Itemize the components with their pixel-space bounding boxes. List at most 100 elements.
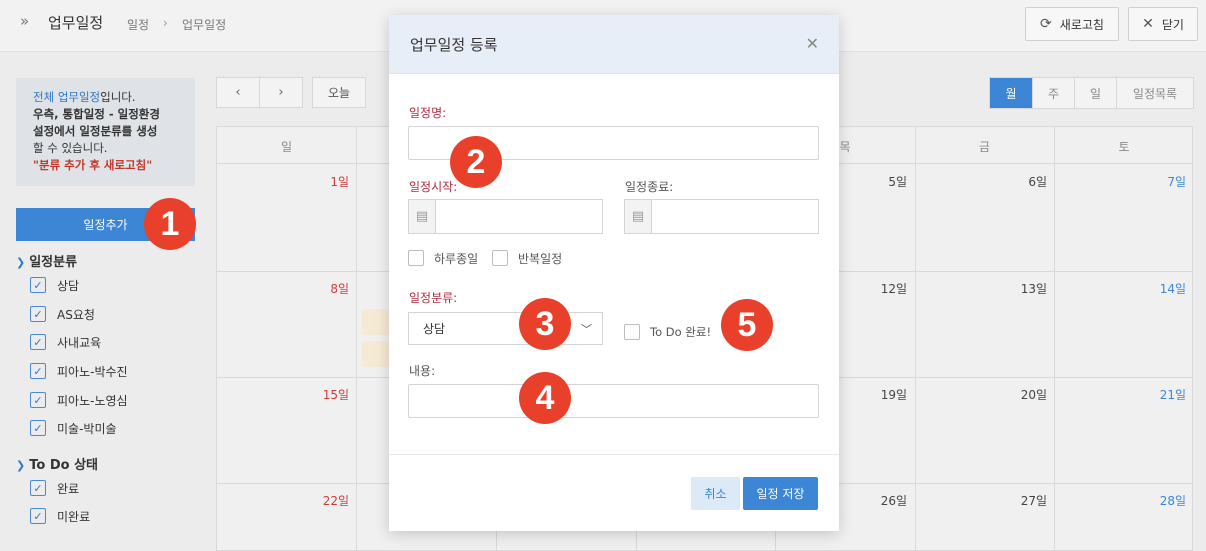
date-cell-number[interactable]: 8일 [309,280,349,297]
start-date-label: 일정시작: [409,180,458,194]
checkbox-checked-icon[interactable]: ✓ [30,420,46,436]
category-section-title[interactable]: ❯ 일정분류 [16,251,77,270]
date-cell-number[interactable]: 22일 [309,492,349,509]
todo-done-checkbox-row[interactable]: To Do 완료! [624,323,711,341]
breadcrumb-item-1[interactable]: 일정 [127,16,149,33]
modal-divider [389,454,839,455]
repeat-label: 반복일정 [518,251,563,266]
date-cell-number[interactable]: 27일 [1007,492,1047,509]
todo-label: 미완료 [57,509,91,524]
category-checkbox-row[interactable]: ✓ 상담 [30,276,79,294]
chevron-down-icon: ﹀ [581,322,592,336]
category-select-value: 상담 [423,322,446,336]
all-schedule-link[interactable]: 전체 업무일정 [33,90,100,104]
category-label: 피아노-노영심 [57,393,128,408]
close-icon: ✕ [1142,16,1154,32]
close-button[interactable]: ✕ 닫기 [1128,7,1198,41]
info-text: 우측, 통합일정 - 일정환경 [33,107,160,121]
double-chevron-icon[interactable]: » [20,12,29,30]
allday-label: 하루종일 [434,251,479,266]
todo-section-label: To Do 상태 [29,458,98,473]
end-date-field[interactable]: ▤ [624,199,819,234]
weekday-label: 토 [1118,140,1130,154]
end-date-label: 일정종료: [625,180,674,194]
todo-checkbox-row[interactable]: ✓ 미완료 [30,507,90,525]
refresh-button[interactable]: ⟳ 새로고침 [1025,7,1119,41]
schedule-name-label: 일정명: [409,106,447,120]
date-cell-number[interactable]: 12일 [867,280,907,297]
checkbox-checked-icon[interactable]: ✓ [30,508,46,524]
category-checkbox-row[interactable]: ✓ 피아노-박수진 [30,362,128,380]
view-week-button[interactable]: 주 [1033,78,1075,108]
category-checkbox-row[interactable]: ✓ 피아노-노영심 [30,391,128,409]
chevron-right-icon: ❯ [16,256,26,269]
date-cell-number[interactable]: 13일 [1007,280,1047,297]
start-date-input[interactable] [436,200,602,233]
date-cell-number[interactable]: 26일 [867,492,907,509]
calendar-icon[interactable]: ▤ [625,200,652,233]
category-checkbox-row[interactable]: ✓ 미술-박미술 [30,419,117,437]
annotation-badge-2: 2 [450,136,502,188]
close-icon[interactable]: ✕ [806,34,819,53]
repeat-checkbox[interactable] [492,250,508,266]
grid-line [356,127,357,550]
chevron-left-icon[interactable]: ‹ [217,78,260,107]
todo-section-title[interactable]: ❯ To Do 상태 [16,454,98,473]
today-button[interactable]: 오늘 [312,77,366,108]
checkbox-checked-icon[interactable]: ✓ [30,480,46,496]
view-switcher: 월 주 일 일정목록 [989,77,1194,109]
date-cell-number[interactable]: 14일 [1146,280,1186,297]
category-checkbox-row[interactable]: ✓ 사내교육 [30,333,101,351]
calendar-icon[interactable]: ▤ [409,200,436,233]
date-cell-number[interactable]: 15일 [309,386,349,403]
end-date-input[interactable] [652,200,818,233]
allday-checkbox-row[interactable]: 하루종일 [408,249,478,267]
date-cell-number[interactable]: 6일 [1007,173,1047,190]
breadcrumb-item-2[interactable]: 업무일정 [182,16,226,33]
event-chip[interactable] [362,341,390,367]
content-input[interactable] [408,384,819,418]
category-select[interactable]: 상담 ﹀ [408,312,603,345]
checkbox-checked-icon[interactable]: ✓ [30,306,46,322]
view-day-button[interactable]: 일 [1075,78,1117,108]
todo-checkbox-row[interactable]: ✓ 완료 [30,479,79,497]
date-cell-number[interactable]: 28일 [1146,492,1186,509]
category-label: 사내교육 [57,335,102,350]
date-cell-number[interactable]: 21일 [1146,386,1186,403]
repeat-checkbox-row[interactable]: 반복일정 [492,249,562,267]
category-label: 일정분류: [409,291,458,305]
content-label: 내용: [409,364,436,378]
todo-done-checkbox[interactable] [624,324,640,340]
view-month-button[interactable]: 월 [990,78,1033,108]
info-warning: "분류 추가 후 새로고침" [33,158,153,172]
modal-header: 업무일정 등록 ✕ [389,15,839,74]
info-box: 전체 업무일정입니다. 우측, 통합일정 - 일정환경 설정에서 일정분류를 생… [16,78,195,186]
date-cell-number[interactable]: 1일 [309,173,349,190]
chevron-right-icon: ❯ [16,459,26,472]
event-chip[interactable] [362,309,390,335]
date-cell-number[interactable]: 19일 [867,386,907,403]
checkbox-checked-icon[interactable]: ✓ [30,392,46,408]
category-label: 미술-박미술 [57,421,117,436]
checkbox-checked-icon[interactable]: ✓ [30,277,46,293]
date-cell-number[interactable]: 5일 [867,173,907,190]
todo-done-label: To Do 완료! [650,325,712,339]
view-list-button[interactable]: 일정목록 [1117,78,1193,108]
refresh-button-label: 새로고침 [1059,17,1104,32]
date-cell-number[interactable]: 20일 [1007,386,1047,403]
chevron-right-icon[interactable]: › [260,78,302,107]
category-section-label: 일정분류 [29,255,78,270]
start-date-field[interactable]: ▤ [408,199,603,234]
cancel-button[interactable]: 취소 [691,477,740,510]
save-schedule-button[interactable]: 일정 저장 [743,477,818,510]
checkbox-checked-icon[interactable]: ✓ [30,334,46,350]
annotation-badge-5: 5 [721,299,773,351]
category-label: 상담 [57,278,80,293]
allday-checkbox[interactable] [408,250,424,266]
checkbox-checked-icon[interactable]: ✓ [30,363,46,379]
category-checkbox-row[interactable]: ✓ AS요청 [30,305,95,323]
modal-title: 업무일정 등록 [410,36,498,54]
date-cell-number[interactable]: 7일 [1146,173,1186,190]
annotation-badge-3: 3 [519,298,571,350]
grid-line [1054,127,1055,550]
